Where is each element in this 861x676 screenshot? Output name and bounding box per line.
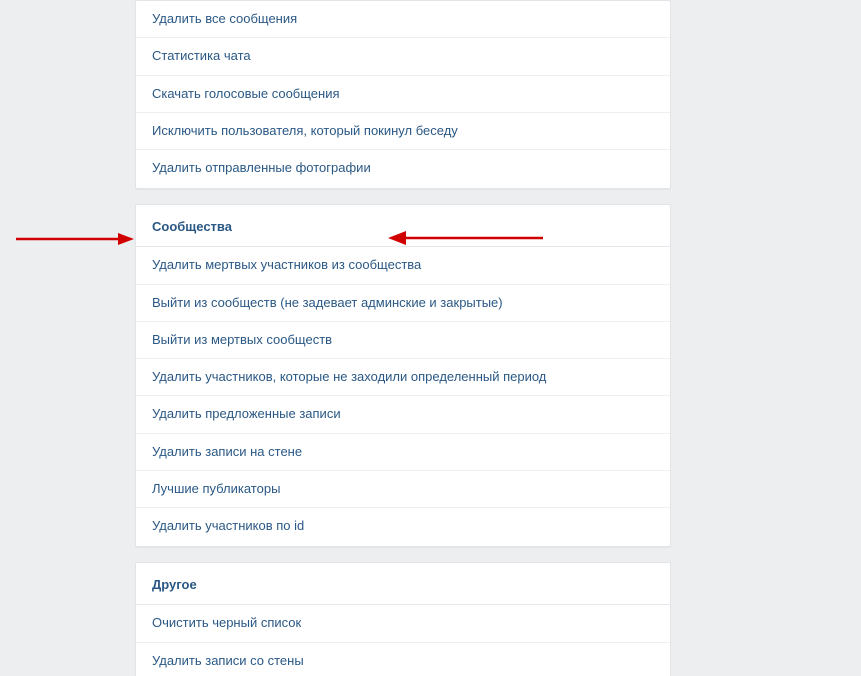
menu-item-leave-dead-communities[interactable]: Выйти из мертвых сообществ bbox=[136, 322, 670, 359]
menu-item-delete-wall-posts[interactable]: Удалить записи на стене bbox=[136, 434, 670, 471]
menu-item-kick-left-user[interactable]: Исключить пользователя, который покинул … bbox=[136, 113, 670, 150]
menu-item-remove-inactive-members[interactable]: Удалить участников, которые не заходили … bbox=[136, 359, 670, 396]
menu-item-delete-suggested-posts[interactable]: Удалить предложенные записи bbox=[136, 396, 670, 433]
menu-item-clear-blacklist[interactable]: Очистить черный список bbox=[136, 605, 670, 642]
menu-item-download-voice[interactable]: Скачать голосовые сообщения bbox=[136, 76, 670, 113]
menu-item-leave-communities[interactable]: Выйти из сообществ (не задевает админски… bbox=[136, 285, 670, 322]
menu-item-remove-dead-members[interactable]: Удалить мертвых участников из сообщества bbox=[136, 247, 670, 284]
menu-item-top-publishers[interactable]: Лучшие публикаторы bbox=[136, 471, 670, 508]
menu-item-delete-wall-records[interactable]: Удалить записи со стены bbox=[136, 643, 670, 676]
section-header-communities: Сообщества bbox=[136, 205, 670, 247]
menu-item-remove-members-by-id[interactable]: Удалить участников по id bbox=[136, 508, 670, 544]
annotation-arrow-left-icon bbox=[16, 231, 134, 247]
panel-messages: Удалить все сообщения Статистика чата Ск… bbox=[135, 0, 671, 189]
panel-other: Другое Очистить черный список Удалить за… bbox=[135, 562, 671, 676]
section-header-other: Другое bbox=[136, 563, 670, 605]
menu-item-chat-statistics[interactable]: Статистика чата bbox=[136, 38, 670, 75]
menu-item-delete-sent-photos[interactable]: Удалить отправленные фотографии bbox=[136, 150, 670, 186]
panel-communities: Сообщества Удалить мертвых участников из… bbox=[135, 204, 671, 547]
menu-item-delete-all-messages[interactable]: Удалить все сообщения bbox=[136, 1, 670, 38]
